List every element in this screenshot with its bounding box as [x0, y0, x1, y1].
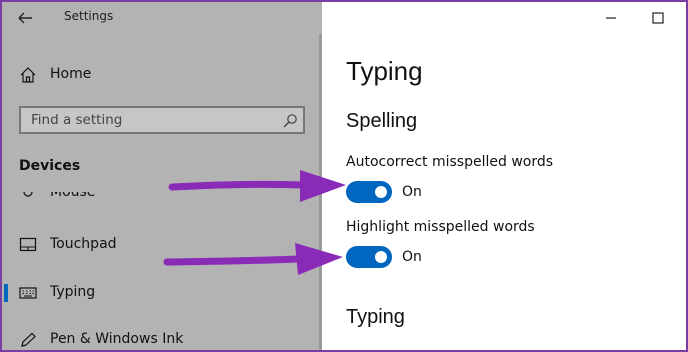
settings-window: Settings Home Find a setting Devices Mou… — [0, 0, 688, 352]
back-arrow-icon — [18, 12, 32, 24]
highlight-toggle[interactable] — [346, 246, 392, 268]
toggle-knob — [375, 186, 387, 198]
home-icon — [20, 67, 36, 83]
sidebar-item-pen-label: Pen & Windows Ink — [50, 331, 184, 347]
spelling-heading: Spelling — [346, 110, 418, 132]
keyboard-icon — [19, 287, 37, 299]
autocorrect-toggle[interactable] — [346, 181, 392, 203]
typing-heading: Typing — [346, 306, 405, 328]
title-bar: Settings — [2, 2, 322, 34]
minimize-button[interactable] — [601, 8, 621, 28]
search-icon — [283, 114, 297, 128]
active-indicator — [4, 284, 8, 302]
sidebar-item-pen-windows-ink[interactable]: Pen & Windows Ink — [2, 327, 322, 350]
sidebar-item-touchpad[interactable]: Touchpad — [2, 232, 322, 260]
nav-home-label: Home — [50, 66, 92, 82]
sidebar-item-typing[interactable]: Typing — [2, 280, 322, 308]
app-title: Settings — [64, 9, 114, 23]
autocorrect-label: Autocorrect misspelled words — [346, 154, 554, 170]
sidebar-item-typing-label: Typing — [50, 284, 96, 300]
touchpad-icon — [19, 237, 37, 252]
maximize-button[interactable] — [648, 8, 668, 28]
toggle-knob — [375, 251, 387, 263]
autocorrect-state: On — [402, 184, 422, 200]
mouse-icon — [23, 192, 33, 197]
nav-home[interactable]: Home — [2, 62, 322, 88]
search-input[interactable]: Find a setting — [19, 106, 305, 134]
pen-icon — [21, 332, 36, 347]
sidebar-item-touchpad-label: Touchpad — [50, 236, 117, 252]
sidebar-item-mouse[interactable]: Mouse — [19, 192, 129, 204]
sidebar: Settings Home Find a setting Devices Mou… — [2, 2, 322, 350]
page-title: Typing — [346, 56, 423, 86]
sidebar-item-mouse-label: Mouse — [50, 192, 96, 200]
back-button[interactable] — [12, 6, 38, 30]
main-content: Typing Spelling Autocorrect misspelled w… — [322, 2, 686, 350]
highlight-state: On — [402, 249, 422, 265]
search-placeholder: Find a setting — [31, 112, 123, 128]
sidebar-section-title: Devices — [19, 158, 81, 174]
highlight-label: Highlight misspelled words — [346, 219, 535, 235]
